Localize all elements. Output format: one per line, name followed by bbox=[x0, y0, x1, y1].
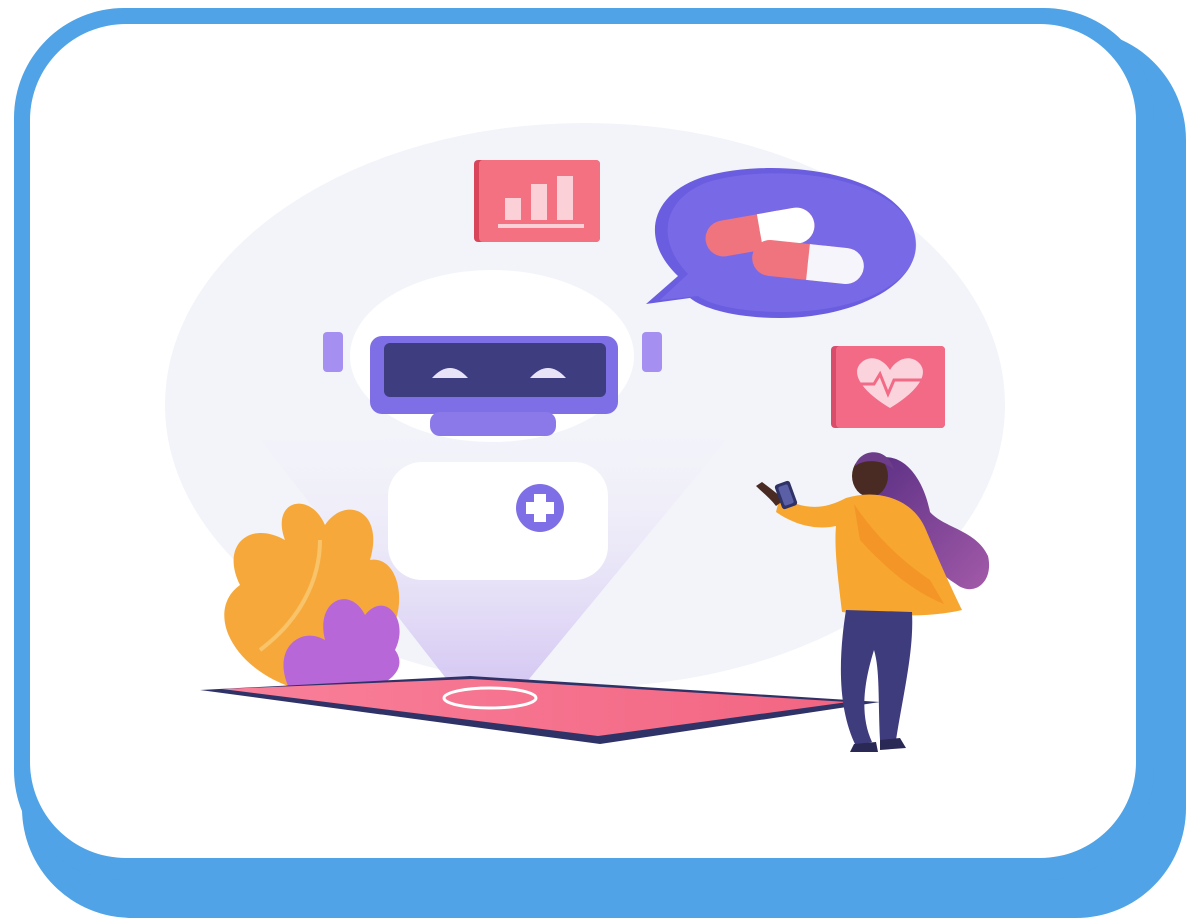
pills-speech-bubble-icon bbox=[646, 168, 917, 318]
heart-rate-icon bbox=[831, 346, 945, 428]
robot-body bbox=[388, 462, 608, 580]
bar-chart-icon bbox=[474, 160, 600, 242]
robot-screen bbox=[384, 343, 606, 397]
robot-ear-left bbox=[323, 332, 343, 372]
illustration bbox=[14, 8, 1186, 918]
robot-chin bbox=[430, 412, 556, 436]
robot-ear-right bbox=[642, 332, 662, 372]
